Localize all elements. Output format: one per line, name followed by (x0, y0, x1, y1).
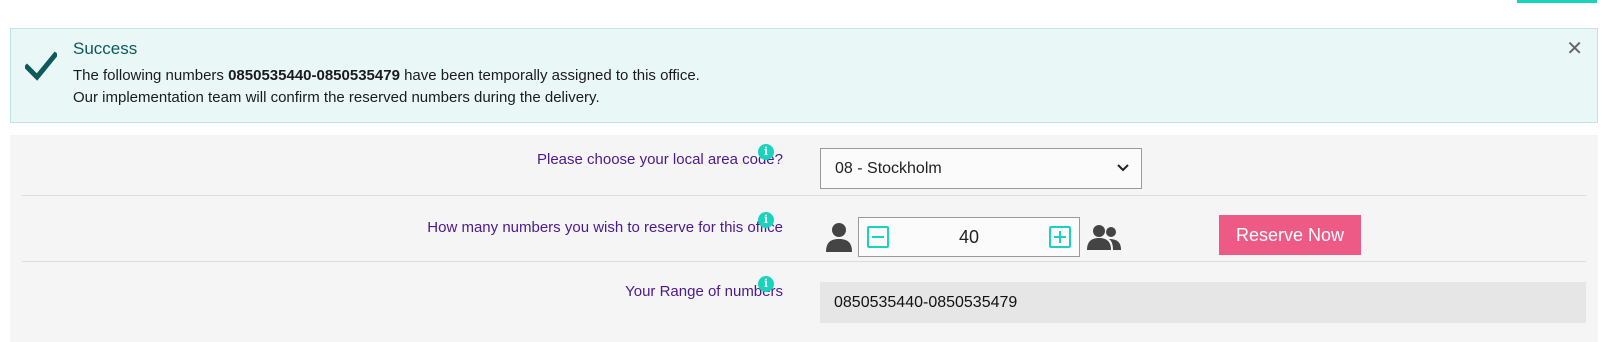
reserve-now-button[interactable]: Reserve Now (1219, 215, 1361, 255)
range-of-numbers-field: 0850535440-0850535479 (820, 282, 1586, 323)
area-code-select[interactable]: 08 - Stockholm (820, 148, 1142, 189)
top-accent-bar (1517, 0, 1597, 3)
group-icon (1087, 225, 1121, 250)
decrement-button[interactable] (867, 226, 889, 248)
alert-message-line-1: The following numbers 0850535440-0850535… (73, 67, 700, 84)
area-code-label: Please choose your local area code? (537, 151, 783, 168)
close-icon[interactable]: ✕ (1566, 39, 1583, 59)
row-divider (22, 261, 1586, 262)
checkmark-icon (25, 51, 57, 81)
quantity-stepper: 40 (858, 217, 1080, 257)
chevron-down-icon (1117, 164, 1129, 172)
reservation-form-panel: Please choose your local area code? i 08… (10, 135, 1598, 342)
alert-message-prefix: The following numbers (73, 67, 229, 84)
info-icon[interactable]: i (758, 144, 774, 160)
info-icon[interactable]: i (758, 212, 774, 228)
alert-message-line-2: Our implementation team will confirm the… (73, 89, 600, 106)
alert-message-suffix: have been temporally assigned to this of… (399, 67, 700, 84)
alert-title: Success (73, 39, 138, 58)
row-divider (22, 195, 1586, 196)
area-code-selected-value: 08 - Stockholm (835, 160, 942, 177)
increment-button[interactable] (1049, 226, 1071, 248)
reserve-count-label: How many numbers you wish to reserve for… (427, 219, 783, 236)
success-alert: Success The following numbers 0850535440… (10, 28, 1598, 123)
info-icon[interactable]: i (758, 276, 774, 292)
person-icon (826, 223, 852, 252)
quantity-value[interactable]: 40 (899, 218, 1039, 256)
alert-assigned-numbers: 0850535440-0850535479 (228, 67, 400, 84)
